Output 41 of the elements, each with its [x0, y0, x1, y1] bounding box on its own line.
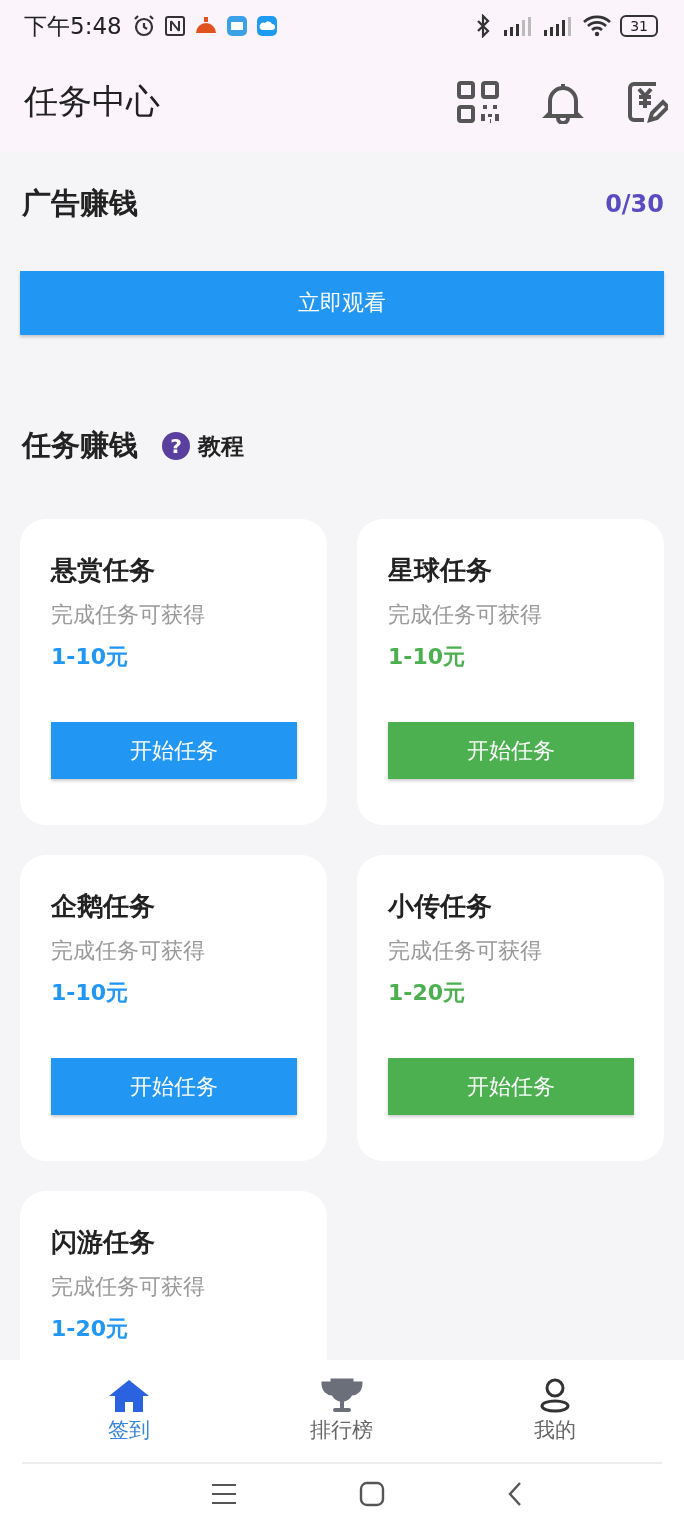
task-title: 星球任务 [388, 554, 492, 587]
edit-money-icon[interactable] [626, 80, 668, 124]
task-title: 企鹅任务 [51, 890, 155, 923]
task-title: 悬赏任务 [51, 554, 155, 587]
task-reward: 1-20元 [388, 979, 466, 1007]
task-subtitle: 完成任务可获得 [51, 601, 205, 629]
status-time: 下午5:48 [24, 11, 122, 41]
task-subtitle: 完成任务可获得 [388, 937, 542, 965]
section-title: 广告赚钱 [22, 185, 138, 222]
battery-indicator: 31 [620, 15, 658, 37]
task-title: 小传任务 [388, 890, 492, 923]
task-reward: 1-20元 [51, 1315, 129, 1343]
nav-tab[interactable]: 签到 [68, 1378, 189, 1444]
tutorial-link[interactable]: 教程 [198, 430, 244, 462]
trophy-icon [320, 1378, 364, 1414]
nav-tab[interactable]: 排行榜 [282, 1378, 402, 1444]
help-icon[interactable]: ? [162, 432, 190, 460]
task-reward: 1-10元 [51, 643, 129, 671]
task-count: 0/30 [605, 190, 664, 218]
task-title: 闪游任务 [51, 1226, 155, 1259]
page-title: 任务中心 [24, 80, 160, 123]
start-task-button[interactable]: 开始任务 [51, 1058, 297, 1115]
task-subtitle: 完成任务可获得 [388, 601, 542, 629]
section-title: 任务赚钱 [22, 427, 138, 464]
task-reward: 1-10元 [51, 979, 129, 1007]
nav-tab[interactable]: 我的 [495, 1378, 616, 1444]
watch-now-button[interactable]: 立即观看 [20, 271, 664, 335]
nfc-icon [163, 15, 186, 37]
task-subtitle: 完成任务可获得 [51, 937, 205, 965]
task-reward: 1-10元 [388, 643, 466, 671]
back-icon[interactable] [507, 1481, 523, 1507]
cloud-icon [255, 15, 278, 37]
start-task-button[interactable]: 开始任务 [51, 722, 297, 779]
start-task-button[interactable]: 开始任务 [388, 1058, 634, 1115]
qr-code-icon[interactable] [456, 80, 500, 124]
wifi-icon [582, 14, 613, 38]
menu-icon[interactable] [211, 1483, 237, 1505]
task-subtitle: 完成任务可获得 [51, 1273, 205, 1301]
home-button-icon[interactable] [359, 1481, 385, 1507]
wallet-icon [225, 15, 248, 37]
start-task-button[interactable]: 开始任务 [388, 722, 634, 779]
